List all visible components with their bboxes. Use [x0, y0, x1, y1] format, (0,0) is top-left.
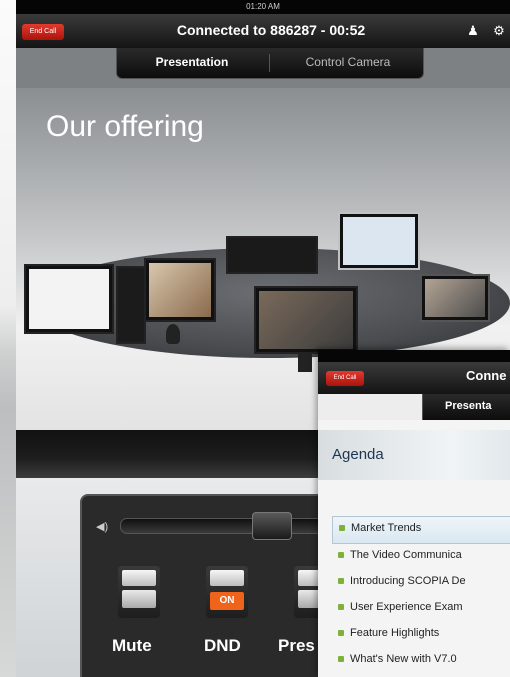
dnd-toggle[interactable]: ON — [206, 566, 248, 618]
dnd-on-badge: ON — [210, 592, 244, 610]
overlay-top-bar: End Call Conne — [318, 362, 510, 394]
whiteboard-monitor-image — [24, 264, 114, 334]
status-bar: 01:20 AM — [16, 0, 510, 14]
end-call-button[interactable]: End Call — [22, 24, 64, 40]
bullet-icon — [338, 552, 344, 558]
laptop-image — [420, 274, 490, 322]
background-strip — [0, 0, 16, 677]
agenda-title: Agenda — [332, 446, 384, 463]
agenda-item[interactable]: Introducing SCOPIA De — [332, 570, 510, 596]
bullet-icon — [339, 525, 345, 531]
agenda-item[interactable]: What's New with V7.0 — [332, 648, 510, 674]
second-screenshot-overlay: End Call Conne Presenta Agenda Market Tr… — [318, 350, 510, 677]
mute-toggle[interactable] — [118, 566, 160, 618]
person-video-monitor-image — [144, 258, 216, 322]
dnd-label: DND — [204, 636, 241, 655]
bullet-icon — [338, 656, 344, 662]
bullet-icon — [338, 578, 344, 584]
agenda-item[interactable]: Market Trends — [332, 516, 510, 544]
status-time: 01:20 AM — [246, 2, 280, 11]
overlay-end-call-button[interactable]: End Call — [326, 371, 364, 386]
volume-slider-track[interactable] — [120, 518, 342, 534]
monitor-stand — [298, 352, 312, 372]
mute-label: Mute — [112, 636, 152, 655]
connection-title: Connected to 886287 - 00:52 — [176, 22, 366, 38]
agenda-item[interactable]: Feature Highlights — [332, 622, 510, 648]
tab-control-camera[interactable]: Control Camera — [273, 48, 423, 76]
agenda-list: Market Trends The Video Communica Introd… — [332, 516, 510, 674]
speaker-icon: ◀) — [96, 521, 109, 533]
bullet-icon — [338, 604, 344, 610]
agenda-slide: Agenda Market Trends The Video Communica… — [318, 420, 510, 677]
software-monitor-image — [338, 212, 420, 270]
audio-controls-panel: ◀) ON Mute DND Pres — [80, 494, 344, 677]
overlay-tab-bar: Presenta — [422, 394, 510, 420]
multipoint-monitor-image — [254, 286, 358, 354]
top-bar: End Call Connected to 886287 - 00:52 ♟ ⚙ — [16, 14, 510, 48]
slide-title: Our offering — [46, 110, 204, 143]
agenda-item[interactable]: User Experience Exam — [332, 596, 510, 622]
overlay-tab-presentation[interactable]: Presenta — [445, 394, 491, 418]
bullet-icon — [338, 630, 344, 636]
volume-slider-thumb[interactable] — [252, 512, 292, 540]
server-tower-image — [116, 266, 146, 344]
camera-image — [166, 324, 180, 344]
presentation-label: Pres — [278, 636, 315, 655]
tab-presentation[interactable]: Presentation — [117, 48, 267, 76]
overlay-status-bar — [318, 350, 510, 362]
tab-bar: Presentation Control Camera — [116, 48, 424, 79]
mcu-device-image — [226, 236, 318, 274]
agenda-item[interactable]: The Video Communica — [332, 544, 510, 570]
gear-icon[interactable]: ⚙ — [490, 22, 508, 40]
tab-divider — [269, 54, 270, 72]
person-icon[interactable]: ♟ — [464, 22, 482, 40]
overlay-connection-title: Conne — [466, 368, 507, 383]
